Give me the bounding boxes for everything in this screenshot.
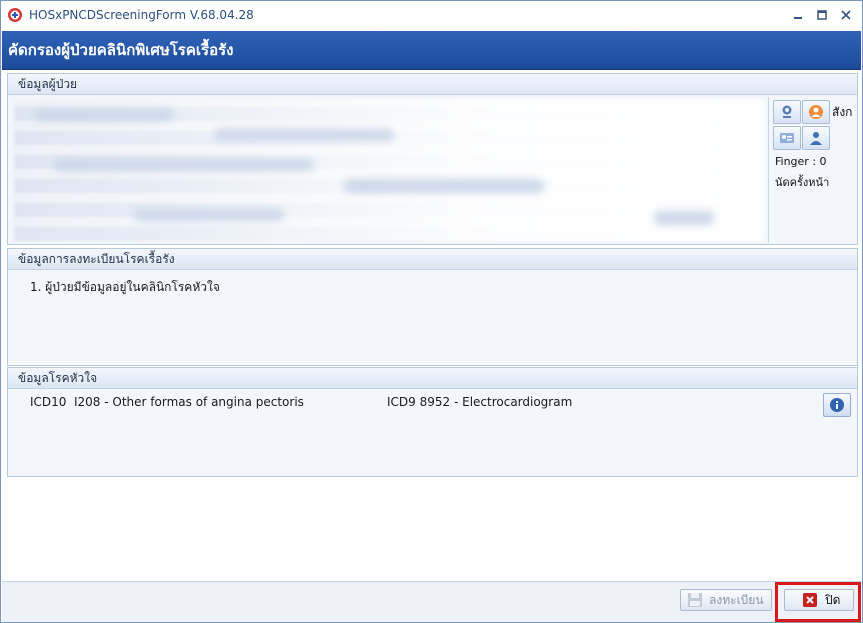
maximize-icon[interactable] — [810, 5, 834, 25]
redacted-patient-details — [14, 99, 764, 241]
info-button[interactable] — [823, 393, 851, 417]
window-title: HOSxPNCDScreeningForm V.68.04.28 — [29, 8, 254, 22]
webcam-button[interactable] — [773, 100, 801, 124]
registry-panel: ข้อมูลการลงทะเบียนโรคเรื้อรัง 1. ผู้ป่วย… — [7, 248, 858, 366]
next-appointment-label: นัดครั้งหน้า — [775, 176, 830, 189]
window-controls — [786, 5, 858, 25]
register-button[interactable]: ลงทะเบียน — [680, 589, 772, 611]
photo-button[interactable] — [802, 100, 830, 124]
webcam-icon — [782, 105, 792, 118]
footer-bar: ลงทะเบียน ปิด — [2, 582, 861, 622]
title-bar[interactable]: HOSxPNCDScreeningForm V.68.04.28 — [1, 1, 862, 29]
icd9-value: ICD9 8952 - Electrocardiogram — [387, 395, 573, 409]
header-banner: คัดกรองผู้ป่วยคลินิกพิเศษโรคเรื้อรัง — [2, 31, 861, 70]
id-card-button[interactable] — [773, 126, 801, 150]
minimize-icon[interactable] — [786, 5, 810, 25]
patient-info-header: ข้อมูลผู้ป่วย — [8, 74, 857, 95]
close-button-highlight — [775, 582, 861, 622]
registry-item: 1. ผู้ป่วยมีข้อมูลอยู่ในคลินิกโรคหัวใจ — [30, 280, 220, 294]
user-icon — [810, 132, 822, 145]
heart-disease-body: ICD10 I208 - Other formas of angina pect… — [8, 389, 857, 476]
registry-body: 1. ผู้ป่วยมีข้อมูลอยู่ในคลินิกโรคหัวใจ — [8, 270, 857, 365]
person-orange-icon — [809, 105, 823, 119]
close-window-icon[interactable] — [834, 5, 858, 25]
save-disk-icon — [688, 593, 702, 607]
screening-window: HOSxPNCDScreeningForm V.68.04.28 คัดกรอง… — [0, 0, 863, 623]
patient-tools: สังก Finger : 0 นัดครั้งหน้า — [768, 97, 858, 243]
id-card-icon — [780, 133, 794, 143]
patient-info-panel: ข้อมูลผู้ป่วย สังก Finger: 0 นัดครั้งหน… — [7, 73, 858, 245]
page-title: คัดกรองผู้ป่วยคลินิกพิเศษโรคเรื้อรัง — [8, 41, 234, 59]
patient-profile-button[interactable] — [802, 126, 830, 150]
affiliation-label: สังก — [832, 105, 853, 119]
icd10-label: ICD10 — [30, 395, 67, 409]
registry-header: ข้อมูลการลงทะเบียนโรคเรื้อรัง — [8, 249, 857, 270]
icd10-value: I208 - Other formas of angina pectoris — [74, 395, 304, 409]
info-icon — [830, 398, 844, 412]
register-label: ลงทะเบียน — [709, 592, 764, 607]
finger-count: Finger : 0 — [775, 155, 827, 168]
patient-info-body: สังก Finger : 0 นัดครั้งหน้า — [8, 95, 857, 244]
heart-disease-panel: ข้อมูลโรคหัวใจ ICD10 I208 - Other formas… — [7, 367, 858, 477]
heart-disease-header: ข้อมูลโรคหัวใจ — [8, 368, 857, 389]
app-logo-icon — [8, 8, 22, 22]
